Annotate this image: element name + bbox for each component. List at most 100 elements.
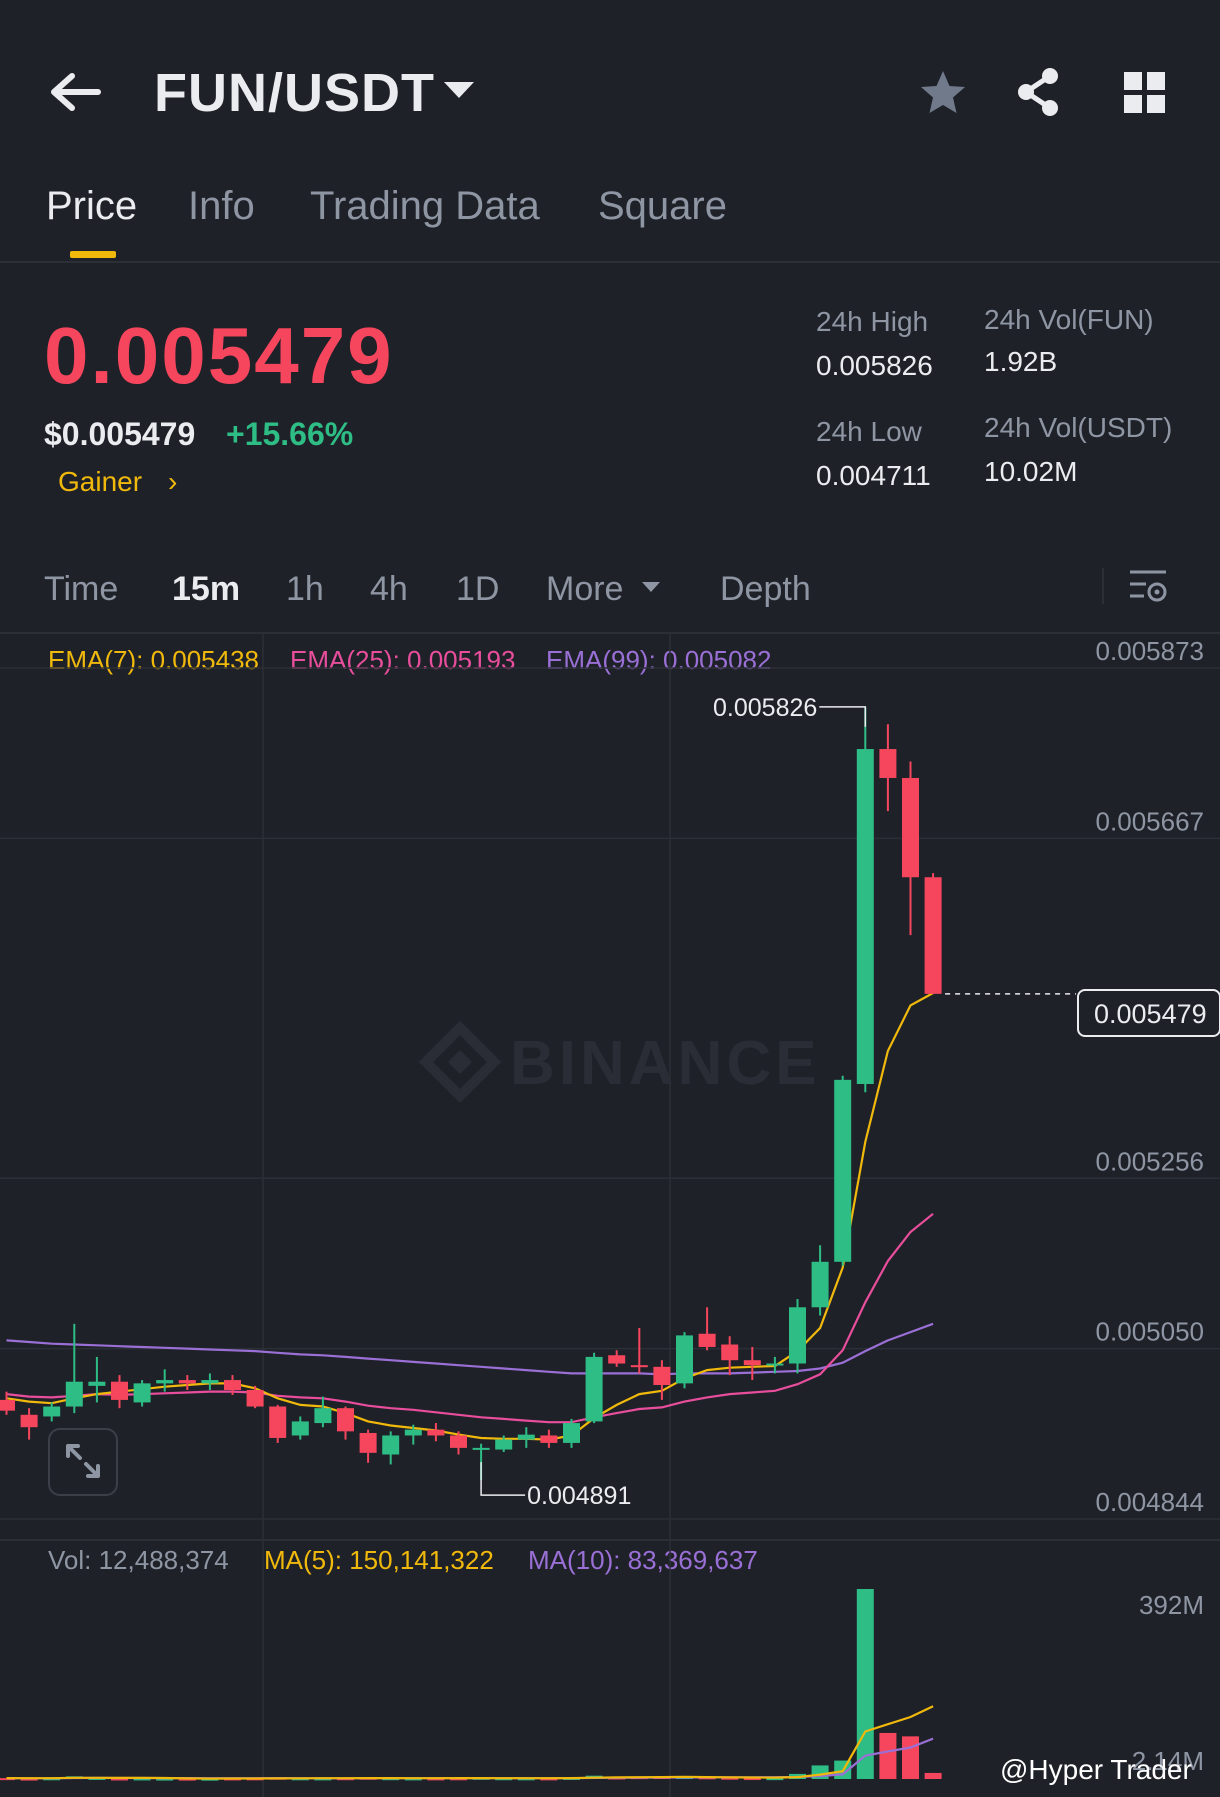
interval-more[interactable]: More (546, 570, 623, 609)
high-annotation-label: 0.005826 (713, 694, 817, 722)
interval-time[interactable]: Time (44, 570, 118, 609)
y-tick-label: 0.005667 (1096, 806, 1204, 836)
vol-quote-value: 10.02M (984, 456, 1078, 487)
candle-body (382, 1435, 400, 1455)
interval-depth[interactable]: Depth (720, 570, 811, 609)
share-icon[interactable] (1014, 66, 1062, 118)
candle-body (133, 1383, 151, 1403)
interval-separator (1102, 568, 1104, 604)
candle-body (698, 1333, 716, 1347)
caret-down-icon[interactable] (444, 82, 474, 98)
candle-body (20, 1414, 38, 1428)
candle-body (246, 1389, 264, 1407)
candle-body (653, 1366, 671, 1386)
candlestick-chart[interactable]: BINANCE 0.005873 0.005667 0.005256 0.005050… (0, 634, 1220, 1797)
candle-body (766, 1363, 784, 1366)
candle-body (314, 1408, 332, 1424)
interval-15m[interactable]: 15m (172, 570, 240, 609)
candle-body (450, 1435, 467, 1448)
low-annotation-label: 0.004891 (527, 1482, 631, 1510)
candle-body (743, 1360, 761, 1366)
candle-body (65, 1381, 83, 1407)
candle-body (585, 1356, 603, 1422)
binance-watermark: BINANCE (418, 1020, 820, 1104)
y-axis-ticks: 0.005873 0.005667 0.005256 0.005050 0.004844 (1096, 636, 1204, 1517)
candle-body (517, 1434, 535, 1440)
chevron-right-icon[interactable]: › (168, 466, 177, 498)
volume-axis-ticks: 392M2.14M (1132, 1590, 1204, 1776)
candle-body (676, 1335, 693, 1384)
candle-body (721, 1344, 739, 1361)
y-tick-label: 0.004844 (1096, 1487, 1204, 1517)
chart-settings-icon[interactable] (1128, 566, 1168, 606)
tabs-divider (0, 261, 1220, 263)
candle-body (789, 1307, 806, 1364)
y-tick-label: 0.005256 (1096, 1146, 1204, 1176)
high-label: 24h High (816, 306, 929, 337)
volume-tick-label: 392M (1139, 1590, 1204, 1620)
candle-body (630, 1365, 648, 1368)
y-tick-label: 0.005050 (1096, 1317, 1204, 1347)
candle-body (43, 1406, 61, 1417)
back-arrow-icon[interactable] (50, 70, 102, 114)
tab-price[interactable]: Price (46, 184, 137, 229)
candle-body (902, 777, 919, 878)
candle-body (563, 1423, 580, 1443)
grid-icon[interactable] (1124, 72, 1166, 114)
volume-ma-lines (6, 1705, 934, 1780)
caret-down-icon[interactable] (642, 582, 660, 592)
vol-base-label: 24h Vol(FUN) (984, 304, 1154, 335)
last-price: 0.005479 (44, 311, 394, 400)
active-tab-indicator (70, 251, 116, 258)
credit-watermark: @Hyper Trader (1000, 1754, 1192, 1785)
gainer-tag[interactable]: Gainer (58, 466, 142, 498)
candle-body (856, 749, 874, 1084)
candle-body (495, 1439, 513, 1450)
low-pointer (480, 1462, 526, 1496)
candle-body (834, 1079, 852, 1262)
candle-body (472, 1447, 490, 1450)
vol-quote-label: 24h Vol(USDT) (984, 412, 1173, 443)
candle-body (540, 1435, 558, 1443)
candle-body (156, 1380, 174, 1384)
tab-square[interactable]: Square (598, 184, 727, 229)
candle-body (427, 1429, 445, 1436)
candle-body (337, 1408, 354, 1432)
interval-1h[interactable]: 1h (286, 570, 324, 609)
candle-body (404, 1429, 422, 1436)
candle-body (608, 1355, 626, 1364)
high-value: 0.005826 (816, 350, 933, 381)
watermark-text: BINANCE (510, 1029, 820, 1098)
candle-body (879, 749, 897, 778)
volume-bars (0, 1589, 942, 1781)
interval-4h[interactable]: 4h (370, 570, 408, 609)
price-change-percent: +15.66% (226, 416, 354, 452)
candle-body (201, 1380, 219, 1384)
candle-body (111, 1381, 128, 1400)
ma10-volume-line (6, 1737, 934, 1780)
candle-body (178, 1380, 196, 1384)
tab-trading-data[interactable]: Trading Data (310, 184, 540, 229)
pair-title[interactable]: FUN/USDT (154, 62, 435, 124)
tab-info[interactable]: Info (188, 184, 255, 229)
high-pointer (819, 706, 867, 727)
candle-body (291, 1421, 309, 1436)
candle-body (924, 877, 942, 994)
star-icon[interactable] (918, 68, 968, 118)
candle-body (0, 1399, 15, 1411)
volume-bar (879, 1732, 897, 1779)
candle-body (88, 1381, 106, 1386)
expand-chart-icon[interactable] (48, 1428, 118, 1496)
last-price-tag-label: 0.005479 (1094, 999, 1207, 1029)
candle-body (269, 1406, 287, 1438)
low-label: 24h Low (816, 416, 922, 447)
volume-bar (924, 1772, 942, 1779)
volume-bar (856, 1589, 874, 1779)
candle-body (811, 1261, 829, 1308)
extreme-annotations: 0.005826 0.004891 (480, 694, 1076, 1510)
usd-price: $0.005479 (44, 416, 196, 452)
interval-1d[interactable]: 1D (456, 570, 499, 609)
candle-body (359, 1432, 377, 1453)
volume-bar (902, 1736, 919, 1779)
candle-body (224, 1380, 241, 1390)
